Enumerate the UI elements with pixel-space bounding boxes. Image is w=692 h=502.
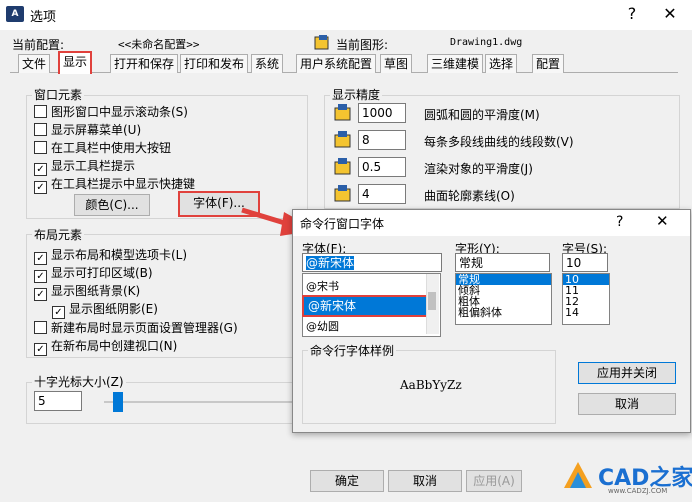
- tab-user-preferences[interactable]: 用户系统配置: [296, 54, 377, 73]
- apply-button[interactable]: 应用(A): [466, 470, 522, 492]
- checkbox-label: 显示布局和模型选项卡(L): [51, 248, 188, 262]
- checkbox-box[interactable]: [34, 123, 47, 136]
- checkbox-box[interactable]: [34, 321, 47, 334]
- checkbox-label: 显示图纸背景(K): [51, 284, 141, 298]
- checkbox-box[interactable]: ✓: [52, 306, 65, 319]
- tab-display[interactable]: 显示: [58, 51, 93, 74]
- checkbox-label: 显示可打印区域(B): [51, 266, 153, 280]
- font-list-scroll-thumb[interactable]: [428, 292, 436, 310]
- current-drawing-label: 当前图形:: [336, 38, 389, 52]
- checkbox-paper-background[interactable]: ✓ 显示图纸背景(K): [34, 282, 140, 301]
- checkbox-box[interactable]: ✓: [34, 343, 47, 356]
- polyline-segments-input[interactable]: 8: [358, 130, 406, 150]
- tab-open-save[interactable]: 打开和保存: [110, 54, 179, 73]
- close-icon[interactable]: ✕: [660, 4, 680, 24]
- size-list[interactable]: 10 11 12 14: [562, 273, 610, 325]
- tab-profiles[interactable]: 配置: [532, 54, 565, 73]
- font-input-text: @新宋体: [306, 256, 355, 270]
- size-input[interactable]: 10: [562, 253, 608, 272]
- checkbox-shortcut-keys[interactable]: ✓ 在工具栏提示中显示快捷键: [34, 175, 195, 194]
- layout-elements-title: 布局元素: [32, 226, 85, 243]
- checkbox-box[interactable]: ✓: [34, 288, 47, 301]
- checkbox-screen-menu[interactable]: 显示屏幕菜单(U): [34, 121, 141, 138]
- ok-button[interactable]: 确定: [310, 470, 384, 492]
- display-resolution-title: 显示精度: [330, 86, 383, 103]
- crosshair-slider-track[interactable]: [104, 401, 294, 403]
- tab-3d-modeling[interactable]: 三维建模: [427, 54, 484, 73]
- tab-plot-publish[interactable]: 打印和发布: [180, 54, 249, 73]
- colors-button[interactable]: 颜色(C)...: [74, 194, 150, 216]
- watermark-logo: [564, 462, 592, 488]
- window-title: 选项: [30, 10, 57, 25]
- checkbox-large-buttons[interactable]: 在工具栏中使用大按钮: [34, 139, 171, 156]
- help-icon[interactable]: ?: [622, 4, 642, 24]
- current-drawing-value: Drawing1.dwg: [450, 37, 523, 48]
- checkbox-page-setup-manager[interactable]: 新建布局时显示页面设置管理器(G): [34, 319, 238, 336]
- crosshair-slider-thumb[interactable]: [113, 392, 123, 412]
- title-bar: [0, 0, 692, 30]
- sample-text: AaBbYyZz: [400, 378, 462, 392]
- drawing-icon: [314, 35, 329, 50]
- app-icon: A: [6, 6, 24, 22]
- checkbox-label: 显示图纸阴影(E): [69, 302, 158, 316]
- render-smoothness-icon: [334, 158, 351, 175]
- arc-smoothness-label: 圆弧和圆的平滑度(M): [424, 108, 540, 122]
- dialog-help-icon[interactable]: ?: [616, 214, 623, 230]
- checkbox-box[interactable]: [34, 141, 47, 154]
- render-smoothness-input[interactable]: 0.5: [358, 157, 406, 177]
- font-input[interactable]: @新宋体: [302, 253, 442, 272]
- tab-selection[interactable]: 选择: [485, 54, 518, 73]
- window-elements-title: 窗口元素: [32, 86, 85, 103]
- sample-title: 命令行字体样例: [308, 342, 397, 359]
- arc-smoothness-icon: [334, 104, 351, 121]
- render-smoothness-label: 渲染对象的平滑度(J): [424, 162, 533, 176]
- dialog-title: 命令行窗口字体: [300, 217, 385, 231]
- font-list-item[interactable]: @幼圆: [306, 318, 339, 334]
- crosshair-size-input[interactable]: 5: [34, 391, 82, 411]
- checkbox-box[interactable]: ✓: [34, 181, 47, 194]
- tab-system[interactable]: 系统: [251, 54, 284, 73]
- tab-files[interactable]: 文件: [18, 54, 51, 73]
- checkbox-label: 显示屏幕菜单(U): [51, 123, 142, 137]
- font-list-item-selected[interactable]: @新宋体: [302, 295, 430, 317]
- checkbox-label: 新建布局时显示页面设置管理器(G): [51, 321, 238, 335]
- style-list[interactable]: 常规 倾斜 粗体 粗偏斜体: [455, 273, 552, 325]
- checkbox-create-viewport[interactable]: ✓ 在新布局中创建视口(N): [34, 337, 177, 356]
- polyline-segments-icon: [334, 131, 351, 148]
- font-list-item[interactable]: @宋书: [306, 278, 339, 294]
- checkbox-layout-tabs[interactable]: ✓ 显示布局和模型选项卡(L): [34, 246, 187, 265]
- checkbox-label: 在新布局中创建视口(N): [51, 339, 178, 353]
- style-input[interactable]: 常规: [455, 253, 550, 272]
- checkbox-label: 在工具栏提示中显示快捷键: [51, 177, 196, 191]
- current-profile-label: 当前配置:: [12, 38, 65, 52]
- dialog-cancel-button[interactable]: 取消: [578, 393, 676, 415]
- polyline-segments-label: 每条多段线曲线的线段数(V): [424, 135, 574, 149]
- checkbox-printable-area[interactable]: ✓ 显示可打印区域(B): [34, 264, 153, 283]
- style-list-item[interactable]: 粗偏斜体: [456, 307, 551, 318]
- contour-lines-label: 曲面轮廓素线(O): [424, 189, 515, 203]
- checkbox-label: 在工具栏中使用大按钮: [51, 141, 172, 155]
- size-list-item[interactable]: 14: [563, 307, 609, 318]
- tab-drafting[interactable]: 草图: [380, 54, 413, 73]
- apply-close-button[interactable]: 应用并关闭: [578, 362, 676, 384]
- arc-smoothness-input[interactable]: 1000: [358, 103, 406, 123]
- checkbox-paper-shadow[interactable]: ✓ 显示图纸阴影(E): [52, 300, 158, 319]
- cancel-button[interactable]: 取消: [388, 470, 462, 492]
- dialog-close-icon[interactable]: ✕: [656, 212, 669, 230]
- checkbox-scrollbars[interactable]: 图形窗口中显示滚动条(S): [34, 103, 188, 120]
- checkbox-label: 图形窗口中显示滚动条(S): [51, 105, 188, 119]
- checkbox-label: 显示工具栏提示: [51, 159, 136, 173]
- contour-lines-input[interactable]: 4: [358, 184, 406, 204]
- watermark-url: www.CADZJ.COM: [608, 487, 668, 495]
- contour-lines-icon: [334, 185, 351, 202]
- crosshair-title: 十字光标大小(Z): [32, 373, 126, 390]
- checkbox-box[interactable]: [34, 105, 47, 118]
- current-profile-value: <<未命名配置>>: [118, 38, 200, 51]
- checkbox-tooltips[interactable]: ✓ 显示工具栏提示: [34, 157, 135, 176]
